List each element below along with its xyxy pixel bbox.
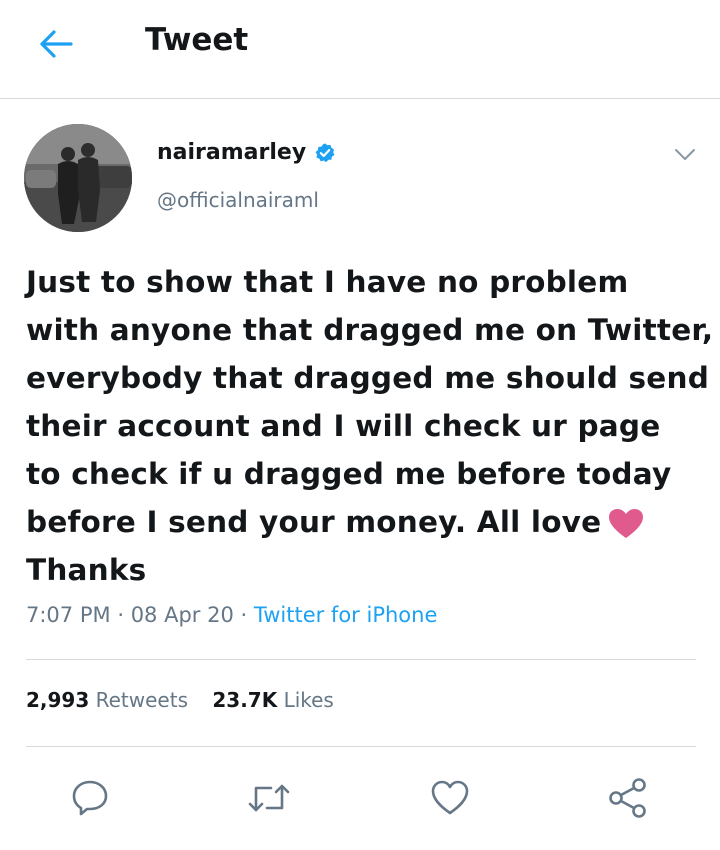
like-button[interactable] xyxy=(428,776,472,820)
author-name-row[interactable]: nairamarley xyxy=(157,140,336,165)
heart-emoji-icon xyxy=(609,508,644,538)
tweet-stats: 2,993 Retweets 23.7K Likes xyxy=(26,688,352,712)
reply-button[interactable] xyxy=(68,776,112,820)
tweet-meta: 7:07 PM · 08 Apr 20 · Twitter for iPhone xyxy=(26,603,437,627)
reply-icon xyxy=(72,780,108,816)
avatar-photo xyxy=(24,124,132,232)
top-bar: Tweet xyxy=(0,0,720,99)
meta-separator: · xyxy=(240,603,248,627)
divider xyxy=(26,746,696,747)
arrow-left-icon xyxy=(40,30,73,58)
tweet-date: 08 Apr 20 xyxy=(130,603,234,627)
tweet-options-button[interactable] xyxy=(670,140,700,170)
share-button[interactable] xyxy=(606,776,650,820)
back-button[interactable] xyxy=(34,26,78,62)
tweet-text-line-with-emoji: before I send your money. All love xyxy=(26,498,698,546)
likes-stat[interactable]: 23.7K Likes xyxy=(212,688,352,712)
page-title: Tweet xyxy=(145,22,249,58)
likes-count: 23.7K xyxy=(212,688,278,712)
verified-badge-icon xyxy=(315,142,335,162)
tweet-text-line: before I send your money. All love xyxy=(26,505,602,539)
tweet-text-line: everybody that dragged me should send xyxy=(26,361,710,395)
share-icon xyxy=(609,778,646,818)
retweet-icon xyxy=(248,784,290,812)
divider xyxy=(26,659,696,660)
tweet-source-link[interactable]: Twitter for iPhone xyxy=(254,603,438,627)
avatar[interactable] xyxy=(24,124,132,232)
heart-icon xyxy=(431,780,469,815)
tweet-text-line: to check if u dragged me before today xyxy=(26,457,672,491)
retweets-label: Retweets xyxy=(95,688,188,712)
tweet-text-line: Just to show that I have no problem xyxy=(26,265,629,299)
tweet-text-line: their account and I will check ur page xyxy=(26,409,661,443)
tweet-text-line: Thanks xyxy=(26,553,147,587)
tweet-time: 7:07 PM xyxy=(26,603,111,627)
retweets-count: 2,993 xyxy=(26,688,90,712)
author-display-name[interactable]: nairamarley xyxy=(157,140,306,165)
meta-separator: · xyxy=(117,603,124,627)
author-handle[interactable]: @officialnairaml xyxy=(157,188,319,212)
tweet-text-line: with anyone that dragged me on Twitter, xyxy=(26,313,714,347)
chevron-down-icon xyxy=(675,149,695,160)
retweets-stat[interactable]: 2,993 Retweets xyxy=(26,688,206,712)
retweet-button[interactable] xyxy=(247,776,291,820)
likes-label: Likes xyxy=(283,688,334,712)
tweet-text: Just to show that I have no problem with… xyxy=(26,258,714,594)
